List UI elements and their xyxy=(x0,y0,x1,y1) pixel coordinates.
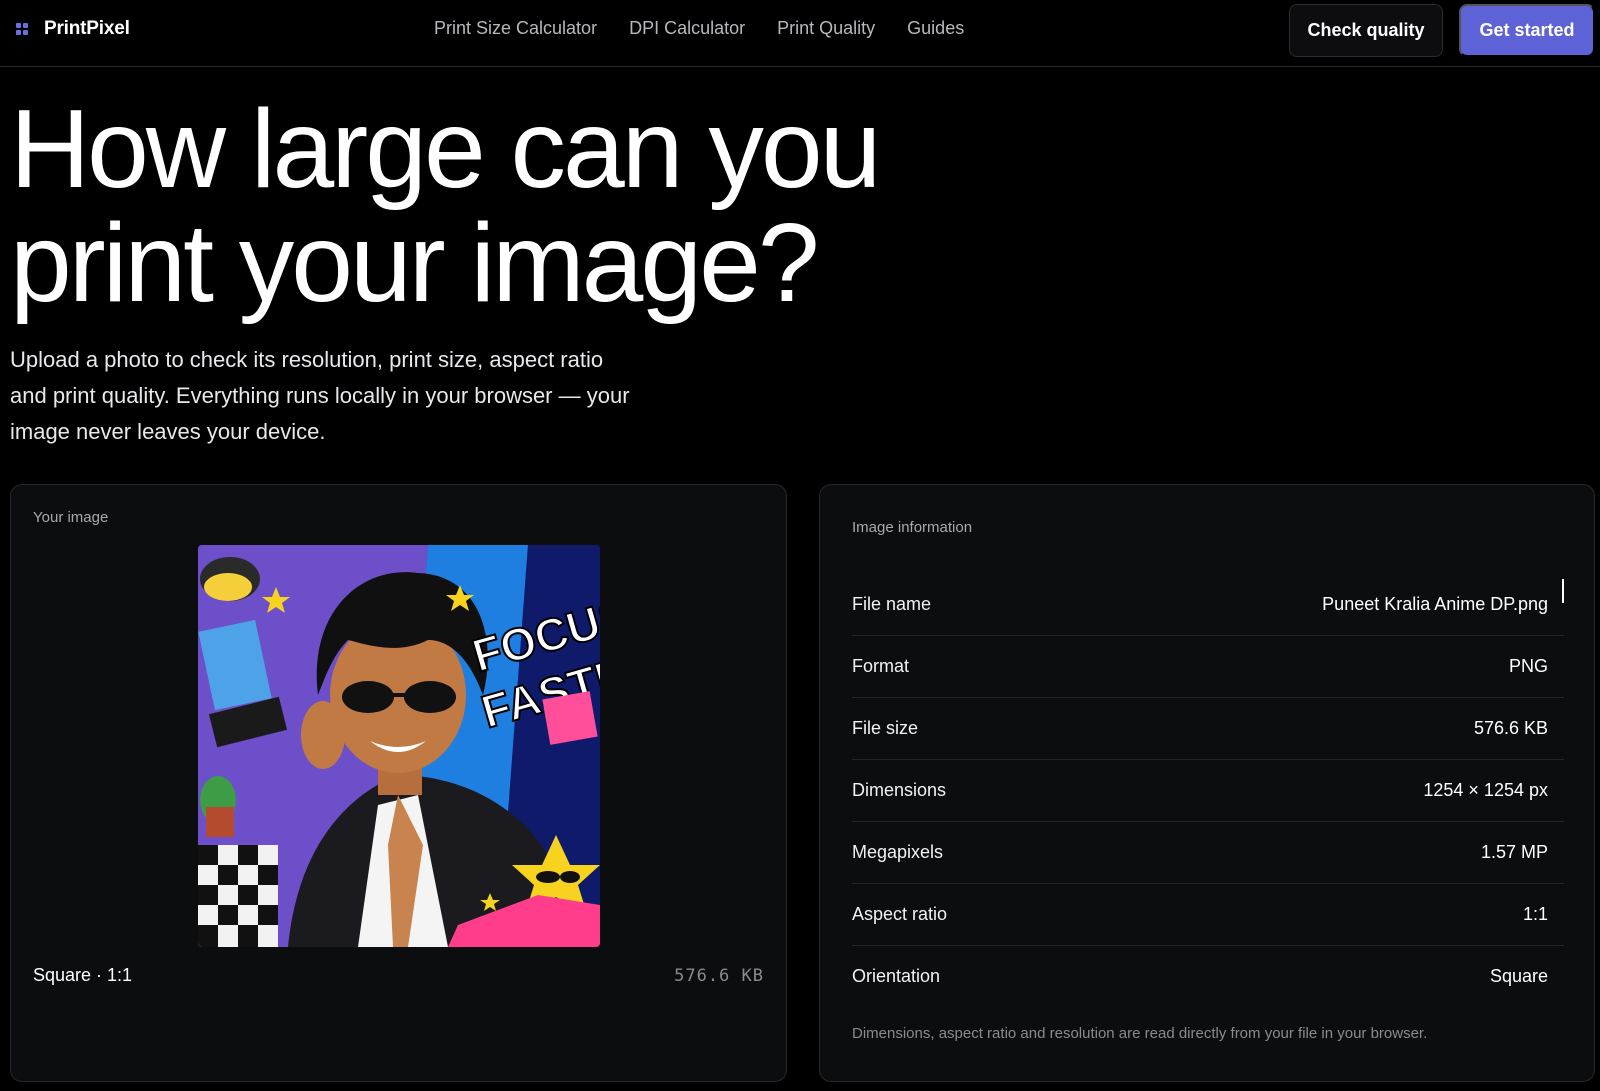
top-navigation-bar: PrintPixel Print Size Calculator DPI Cal… xyxy=(0,0,1600,67)
info-row-file-size: File size 576.6 KB xyxy=(852,697,1564,759)
image-preview-card: Your image FOCUS FASTER Square · 1:1 576… xyxy=(10,484,787,1082)
info-key: Format xyxy=(852,656,910,676)
page-title: How large can you print your image? xyxy=(10,92,910,320)
image-shape-caption: Square · 1:1 xyxy=(33,965,133,985)
info-key: Megapixels xyxy=(852,842,944,862)
main-nav: Print Size Calculator DPI Calculator Pri… xyxy=(434,18,964,39)
info-row-file-name: File name Puneet Kralia Anime DP.png xyxy=(852,573,1564,635)
grid-icon xyxy=(16,23,28,35)
image-info-card: Image information File name Puneet Krali… xyxy=(819,484,1595,1082)
nav-dpi-calculator[interactable]: DPI Calculator xyxy=(629,18,745,39)
page-subtitle-line-3: image never leaves your device. xyxy=(10,419,326,444)
info-card-label: Image information xyxy=(852,519,973,536)
info-value: 1:1 xyxy=(1522,904,1548,924)
image-card-label: Your image xyxy=(33,509,109,526)
info-key: Dimensions xyxy=(852,780,947,800)
info-row-megapixels: Megapixels 1.57 MP xyxy=(852,821,1564,883)
page-subtitle: Upload a photo to check its resolution, … xyxy=(10,342,710,450)
info-key: Orientation xyxy=(852,966,941,986)
info-value: 1254 × 1254 px xyxy=(1423,780,1548,800)
get-started-button[interactable]: Get started xyxy=(1459,4,1595,57)
info-key: File name xyxy=(852,593,932,614)
info-footnote: Dimensions, aspect ratio and resolution … xyxy=(852,1025,1428,1042)
info-row-dimensions: Dimensions 1254 × 1254 px xyxy=(852,759,1564,821)
check-quality-button[interactable]: Check quality xyxy=(1289,4,1443,57)
brand-name: PrintPixel xyxy=(44,18,130,39)
brand-logo[interactable]: PrintPixel xyxy=(16,18,130,40)
info-key: File size xyxy=(852,718,919,738)
uploaded-image-preview: FOCUS FASTER xyxy=(198,545,600,947)
page-subtitle-line-2: and print quality. Everything runs local… xyxy=(10,383,630,408)
text-cursor xyxy=(1562,579,1564,603)
info-value: Puneet Kralia Anime DP.png xyxy=(1322,593,1548,614)
info-row-orientation: Orientation Square xyxy=(852,945,1564,1007)
nav-print-size-calculator[interactable]: Print Size Calculator xyxy=(434,18,597,39)
info-value: Square xyxy=(1489,966,1548,986)
page-title-line-2: print your image? xyxy=(10,201,820,325)
info-value: PNG xyxy=(1508,656,1548,676)
info-value: 1.57 MP xyxy=(1480,842,1548,862)
info-value: 576.6 KB xyxy=(1473,718,1548,738)
anime-portrait-image: FOCUS FASTER xyxy=(198,545,600,947)
page-subtitle-line-1: Upload a photo to check its resolution, … xyxy=(10,347,604,372)
image-info-table: File name Puneet Kralia Anime DP.png For… xyxy=(852,573,1564,1007)
nav-print-quality[interactable]: Print Quality xyxy=(777,18,875,39)
info-row-format: Format PNG xyxy=(852,635,1564,697)
nav-guides[interactable]: Guides xyxy=(907,18,964,39)
info-row-aspect-ratio: Aspect ratio 1:1 xyxy=(852,883,1564,945)
image-file-size: 576.6 KB xyxy=(674,966,764,986)
info-key: Aspect ratio xyxy=(852,904,948,924)
page-title-line-1: How large can you xyxy=(10,87,881,211)
